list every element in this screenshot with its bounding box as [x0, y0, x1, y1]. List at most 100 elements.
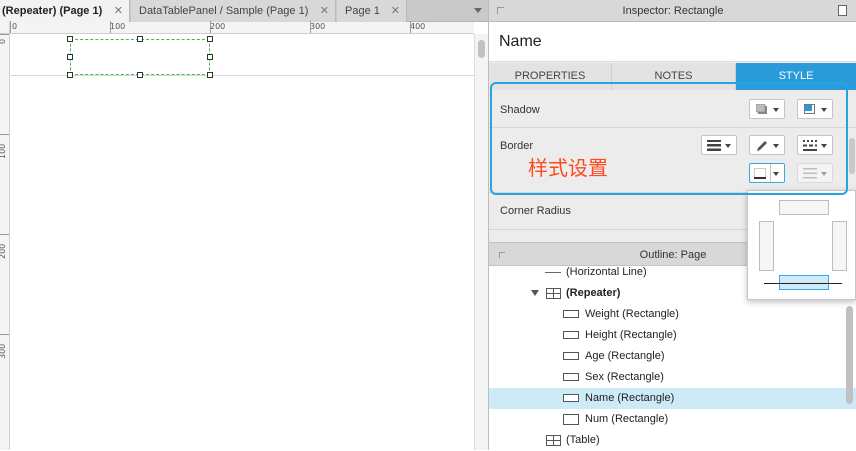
rectangle-icon [563, 373, 579, 381]
chevron-down-icon [821, 144, 827, 148]
horizontal-ruler: 0 100 200 300 400 [10, 21, 474, 34]
resize-handle[interactable] [207, 54, 213, 60]
resize-handle[interactable] [67, 54, 73, 60]
ruler-label: 0 [0, 39, 7, 44]
border-bottom-icon [754, 168, 766, 179]
table-icon [546, 435, 561, 446]
outline-item-weight[interactable]: Weight (Rectangle) [489, 304, 856, 325]
selected-rectangle[interactable] [70, 39, 210, 75]
outline-item-num[interactable]: Num (Rectangle) [489, 409, 856, 430]
tab-datatablepanel-sample[interactable]: DataTablePanel / Sample (Page 1) ✕ [131, 0, 336, 22]
design-canvas[interactable] [11, 35, 474, 450]
ruler-tick [410, 21, 411, 33]
expand-triangle-icon[interactable] [531, 290, 539, 296]
border-label: Border [500, 140, 534, 152]
collapse-arrow-icon[interactable] [499, 252, 505, 258]
style-scrollbar-thumb[interactable] [849, 138, 855, 174]
outline-item-label: Name (Rectangle) [585, 392, 675, 404]
chevron-down-icon [821, 172, 827, 176]
shadow-row: Shadow [489, 90, 856, 128]
tab-label: Page 1 [345, 5, 380, 17]
rectangle-icon [563, 414, 579, 425]
ruler-label: 100 [0, 143, 7, 159]
line-weight-icon [707, 140, 721, 151]
tab-style[interactable]: STYLE [736, 63, 856, 90]
ruler-label: 300 [310, 22, 326, 31]
tab-properties[interactable]: PROPERTIES [489, 63, 612, 90]
outline-item-label: Sex (Rectangle) [585, 371, 664, 383]
tab-notes[interactable]: NOTES [612, 63, 736, 90]
arrow-style-dropdown[interactable] [797, 163, 833, 183]
outline-item-name[interactable]: Name (Rectangle) [489, 388, 856, 409]
border-right-toggle[interactable] [832, 221, 847, 271]
document-tab-bar: (Repeater) (Page 1) ✕ DataTablePanel / S… [0, 0, 488, 22]
inspector-title: Inspector: Rectangle [622, 5, 724, 17]
canvas-scrollbar[interactable] [474, 34, 488, 450]
vertical-ruler: 0 100 200 300 [0, 34, 10, 450]
resize-handle[interactable] [67, 72, 73, 78]
arrow-style-icon [803, 168, 817, 179]
line-color-dropdown[interactable] [749, 135, 785, 155]
outline-item-table[interactable]: (Table) [489, 430, 856, 451]
outline-scrollbar-thumb[interactable] [846, 306, 853, 404]
inspector-tabs: PROPERTIES NOTES STYLE [489, 63, 856, 90]
border-top-toggle[interactable] [779, 200, 829, 215]
tab-overflow-chevron-down-icon[interactable] [474, 8, 482, 13]
ruler-tick [210, 21, 211, 33]
widget-name-field[interactable]: Name [489, 22, 856, 62]
chevron-down-icon [725, 144, 731, 148]
outline-item-height[interactable]: Height (Rectangle) [489, 325, 856, 346]
ruler-tick [10, 21, 11, 33]
line-pattern-dropdown[interactable] [797, 135, 833, 155]
ruler-tick [110, 21, 111, 33]
outer-shadow-dropdown[interactable] [749, 99, 785, 119]
close-icon[interactable]: ✕ [391, 0, 400, 22]
outline-item-label: (Repeater) [566, 287, 621, 299]
rectangle-icon [563, 352, 579, 360]
close-icon[interactable]: ✕ [320, 0, 329, 22]
tab-label: (Repeater) (Page 1) [2, 5, 103, 17]
close-icon[interactable]: ✕ [114, 0, 123, 22]
scrollbar-thumb[interactable] [478, 40, 485, 58]
horizontal-line-icon [545, 272, 561, 273]
outline-item-sex[interactable]: Sex (Rectangle) [489, 367, 856, 388]
border-left-toggle[interactable] [759, 221, 774, 271]
document-icon[interactable] [838, 5, 847, 16]
tab-label: DataTablePanel / Sample (Page 1) [139, 5, 309, 17]
line-weight-dropdown[interactable] [701, 135, 737, 155]
ruler-corner [0, 22, 10, 34]
ruler-label: 200 [0, 243, 7, 259]
inner-shadow-dropdown[interactable] [797, 99, 833, 119]
repeater-icon [546, 288, 561, 299]
ruler-label: 0 [12, 22, 18, 31]
horizontal-line-widget[interactable] [11, 75, 474, 76]
pencil-icon [757, 141, 767, 151]
resize-handle[interactable] [137, 72, 143, 78]
inner-shadow-icon [804, 104, 815, 114]
ruler-tick [0, 34, 9, 35]
ruler-tick [0, 234, 9, 235]
corner-radius-label: Corner Radius [500, 205, 571, 217]
resize-handle[interactable] [207, 36, 213, 42]
annotation-label: 样式设置 [528, 156, 608, 180]
resize-handle[interactable] [137, 36, 143, 42]
tab-page-1[interactable]: Page 1 ✕ [337, 0, 407, 22]
border-visibility-dropdown[interactable] [749, 163, 785, 183]
rectangle-icon [563, 331, 579, 339]
chevron-down-icon [773, 144, 779, 148]
ruler-label: 200 [210, 22, 226, 31]
resize-handle[interactable] [67, 36, 73, 42]
outline-item-label: Num (Rectangle) [585, 413, 669, 425]
ruler-tick [0, 334, 9, 335]
outline-title: Outline: Page [639, 249, 707, 261]
shadow-label: Shadow [500, 104, 540, 116]
ruler-label: 100 [110, 22, 126, 31]
outline-item-label: Weight (Rectangle) [585, 308, 679, 320]
tab-repeater-page-1[interactable]: (Repeater) (Page 1) ✕ [0, 0, 130, 22]
outline-item-label: Height (Rectangle) [585, 329, 677, 341]
rectangle-icon [563, 394, 579, 402]
outline-item-age[interactable]: Age (Rectangle) [489, 346, 856, 367]
collapse-arrow-icon[interactable] [497, 7, 504, 14]
resize-handle[interactable] [207, 72, 213, 78]
outline-item-label: (Horizontal Line) [566, 266, 647, 278]
